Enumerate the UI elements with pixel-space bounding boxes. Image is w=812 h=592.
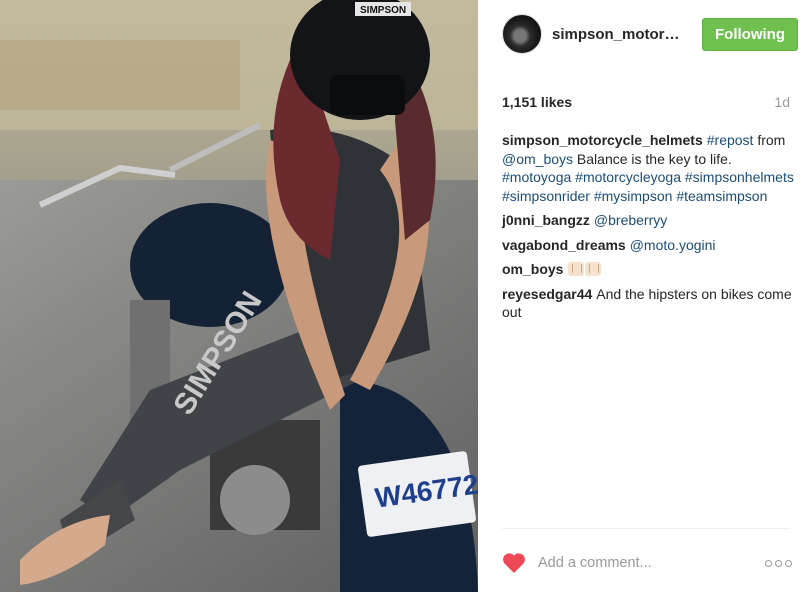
hashtag-link[interactable]: #simpsonrider [502,188,590,204]
hashtag-link[interactable]: #repost [707,132,754,148]
comment: om_boys [502,260,794,279]
hashtag-link[interactable]: #motorcycleyoga [575,169,681,185]
post-side-panel: simpson_motorc... Following 1,151 likes … [478,0,812,592]
following-button[interactable]: Following [702,17,798,51]
comment: simpson_motorcycle_helmets #repost from @… [502,131,794,205]
comment-bar: Add a comment... [502,549,792,577]
likes-count[interactable]: 1,151 likes [502,94,572,110]
avatar[interactable] [502,14,542,54]
hashtag-link[interactable]: #mysimpson [594,188,673,204]
comment-username[interactable]: reyesedgar44 [502,286,592,302]
add-comment-input[interactable]: Add a comment... [538,555,765,571]
comment-username[interactable]: j0nni_bangzz [502,212,590,228]
helmet-brand-lettering: SIMPSON [360,5,406,16]
praying-hands-emoji-icon [585,262,602,276]
heart-icon[interactable] [502,552,526,574]
comment-username[interactable]: vagabond_dreams [502,237,626,253]
post-photo[interactable]: W46772 SIMPSON SIMPSON [0,0,478,592]
more-options-icon[interactable] [765,559,792,567]
post-username[interactable]: simpson_motorc... [552,26,682,43]
mention-link[interactable]: @om_boys [502,151,573,167]
mention-link[interactable]: @breberryy [594,212,667,228]
comment-text: Balance is the key to life. [573,150,732,167]
hashtag-link[interactable]: #simpsonhelmets [685,169,794,185]
comment: vagabond_dreams @moto.yogini [502,236,794,255]
comments-list: simpson_motorcycle_helmets #repost from @… [502,131,794,328]
more-dot [775,559,782,567]
comment: reyesedgar44 And the hipsters on bikes co… [502,285,794,322]
praying-hands-emoji-icon [568,262,585,276]
comment-username[interactable]: simpson_motorcycle_helmets [502,132,703,148]
hashtag-link[interactable]: #teamsimpson [676,188,767,204]
post-age[interactable]: 1d [774,94,790,110]
more-dot [765,559,772,567]
mention-link[interactable]: @moto.yogini [630,237,716,253]
instagram-post: W46772 SIMPSON SIMPSON simpson_motorc...… [0,0,812,592]
post-header: simpson_motorc... Following [478,0,812,68]
motorcycle-yoga-image: W46772 SIMPSON SIMPSON [0,0,478,592]
hashtag-link[interactable]: #motoyoga [502,169,571,185]
divider [502,528,790,529]
comment: j0nni_bangzz @breberryy [502,211,794,230]
likes-row: 1,151 likes 1d [502,94,790,110]
more-dot [785,559,792,567]
comment-text: from [753,132,786,148]
comment-username[interactable]: om_boys [502,261,563,277]
